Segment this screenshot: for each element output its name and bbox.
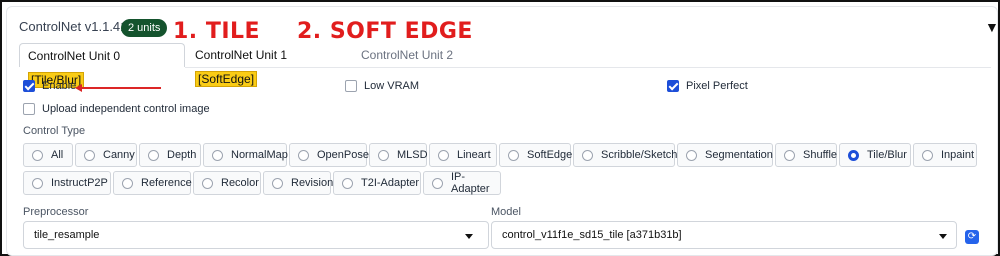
radio-tile-blur[interactable]: Tile/Blur xyxy=(839,143,911,167)
tab-unit-0[interactable]: ControlNet Unit 0 [Tile/Blur] xyxy=(19,43,185,88)
radio-icon xyxy=(582,149,593,161)
pixel-perfect-checkbox[interactable]: Pixel Perfect xyxy=(667,78,748,94)
tab-label: ControlNet Unit 1 xyxy=(195,48,288,62)
tab-label: ControlNet Unit 2 xyxy=(361,48,454,62)
radio-label: Scribble/Sketch xyxy=(601,149,678,161)
check-icon xyxy=(667,80,679,92)
radio-t2i-adapter[interactable]: T2I-Adapter xyxy=(333,171,421,195)
radio-label: Inpaint xyxy=(941,149,975,161)
preprocessor-label: Preprocessor xyxy=(23,206,89,218)
radio-icon xyxy=(508,149,519,161)
model-dropdown[interactable]: control_v11f1e_sd15_tile [a371b31b] xyxy=(491,221,957,249)
radio-mlsd[interactable]: MLSD xyxy=(369,143,428,167)
checkbox-icon xyxy=(23,103,35,115)
radio-label: Canny xyxy=(103,149,135,161)
radio-icon xyxy=(438,149,449,161)
radio-ip-adapter[interactable]: IP-Adapter xyxy=(423,171,501,195)
tab-tag-highlight: [SoftEdge] xyxy=(195,71,258,87)
radio-icon xyxy=(922,149,933,161)
radio-label: Tile/Blur xyxy=(867,149,907,161)
radio-icon xyxy=(84,149,95,161)
radio-label: MLSD xyxy=(397,149,428,161)
radio-icon xyxy=(32,149,43,161)
radio-icon xyxy=(122,177,133,189)
radio-label: Revision xyxy=(291,177,334,189)
control-type-label: Control Type xyxy=(23,125,86,137)
radio-reference[interactable]: Reference xyxy=(113,171,192,195)
radio-label: IP-Adapter xyxy=(451,171,490,195)
radio-icon xyxy=(378,149,389,161)
screenshot-frame: ControlNet v1.1.417 2 units ▼ 1. TILE 2.… xyxy=(0,0,1000,256)
low-vram-label: Low VRAM xyxy=(364,80,420,92)
radio-icon xyxy=(212,149,223,161)
enable-label: Enable xyxy=(42,80,77,92)
radio-revision[interactable]: Revision xyxy=(263,171,334,195)
radio-instructp2p[interactable]: InstructP2P xyxy=(23,171,111,195)
radio-shuffle[interactable]: Shuffle xyxy=(775,143,837,167)
preprocessor-value: tile_resample xyxy=(34,229,100,241)
upload-independent-checkbox[interactable]: Upload independent control image xyxy=(23,101,210,117)
radio-all[interactable]: All xyxy=(23,143,73,167)
radio-icon xyxy=(298,149,309,161)
radio-depth[interactable]: Depth xyxy=(139,143,201,167)
radio-label: Depth xyxy=(167,149,197,161)
radio-selected-icon xyxy=(848,149,859,161)
pixel-perfect-label: Pixel Perfect xyxy=(686,80,748,92)
radio-label: InstructP2P xyxy=(51,177,108,189)
controlnet-panel: ControlNet v1.1.417 2 units ▼ 1. TILE 2.… xyxy=(6,6,999,256)
radio-normalmap[interactable]: NormalMap xyxy=(203,143,288,167)
radio-icon xyxy=(272,177,283,189)
radio-icon xyxy=(686,149,697,161)
panel-title: ControlNet v1.1.417 xyxy=(19,19,135,34)
low-vram-checkbox[interactable]: Low VRAM xyxy=(345,78,419,94)
radio-icon xyxy=(148,149,159,161)
check-icon xyxy=(23,80,35,92)
caret-down-icon xyxy=(939,234,947,239)
radio-icon xyxy=(32,177,43,189)
radio-openpose[interactable]: OpenPose xyxy=(289,143,369,167)
model-value: control_v11f1e_sd15_tile [a371b31b] xyxy=(502,229,682,241)
tab-unit-1[interactable]: ControlNet Unit 1 [SoftEdge] xyxy=(187,43,317,87)
preprocessor-dropdown[interactable]: tile_resample xyxy=(23,221,489,249)
radio-icon xyxy=(342,177,353,189)
radio-scribble-sketch[interactable]: Scribble/Sketch xyxy=(573,143,678,167)
radio-label: NormalMap xyxy=(231,149,288,161)
tab-unit-2[interactable]: ControlNet Unit 2 xyxy=(353,43,463,67)
radio-label: Reference xyxy=(141,177,192,189)
radio-label: All xyxy=(51,149,64,161)
radio-label: Segmentation xyxy=(705,149,773,161)
checkbox-icon xyxy=(345,80,357,92)
annotation-tile: 1. TILE xyxy=(173,19,261,44)
radio-recolor[interactable]: Recolor xyxy=(193,171,261,195)
tab-divider xyxy=(185,67,991,68)
radio-label: T2I-Adapter xyxy=(361,177,420,189)
radio-label: OpenPose xyxy=(317,149,369,161)
radio-label: SoftEdge xyxy=(527,149,573,161)
upload-independent-label: Upload independent control image xyxy=(42,103,210,115)
radio-icon xyxy=(202,177,213,189)
arrow-line xyxy=(81,87,161,89)
radio-icon xyxy=(784,149,795,161)
radio-label: Shuffle xyxy=(803,149,838,161)
units-badge: 2 units xyxy=(121,19,168,37)
radio-label: Lineart xyxy=(457,149,491,161)
radio-icon xyxy=(432,177,443,189)
annotation-soft-edge: 2. SOFT EDGE xyxy=(297,19,473,44)
radio-canny[interactable]: Canny xyxy=(75,143,137,167)
caret-down-icon xyxy=(465,234,473,239)
triangle-down-icon[interactable]: ▼ xyxy=(985,19,999,35)
radio-softedge[interactable]: SoftEdge xyxy=(499,143,573,167)
radio-lineart[interactable]: Lineart xyxy=(429,143,497,167)
radio-label: Recolor xyxy=(221,177,259,189)
radio-segmentation[interactable]: Segmentation xyxy=(677,143,773,167)
tab-label: ControlNet Unit 0 xyxy=(28,49,121,63)
radio-inpaint[interactable]: Inpaint xyxy=(913,143,977,167)
enable-checkbox[interactable]: Enable xyxy=(23,78,76,94)
refresh-icon[interactable]: ⟳ xyxy=(965,230,979,244)
model-label: Model xyxy=(491,206,521,218)
